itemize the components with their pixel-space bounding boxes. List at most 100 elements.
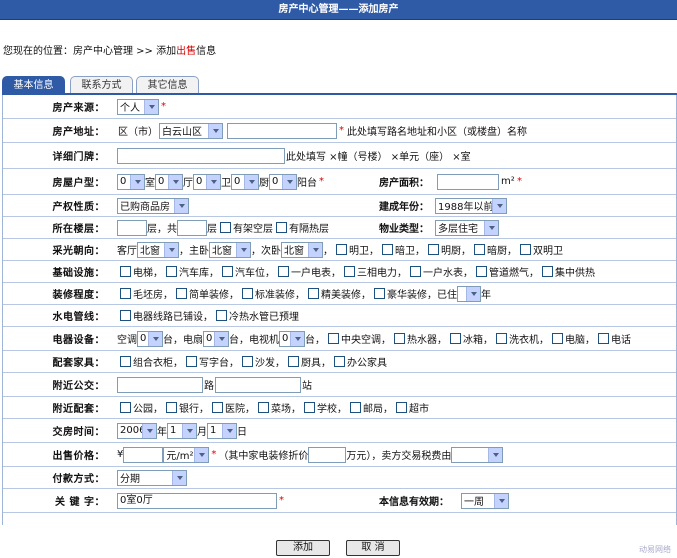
total-floor-input[interactable]: [177, 219, 207, 236]
ac-select[interactable]: 0: [137, 330, 163, 347]
discount-input[interactable]: [308, 446, 347, 463]
tab-basic[interactable]: 基本信息: [2, 76, 65, 94]
chevron-down-icon: [164, 242, 178, 257]
checkbox[interactable]: [176, 288, 187, 299]
bath-select[interactable]: 0: [231, 173, 259, 190]
checkbox[interactable]: [216, 310, 227, 321]
checkbox[interactable]: [350, 402, 361, 413]
chevron-down-icon: [466, 286, 480, 301]
balcony-select[interactable]: 0: [269, 173, 297, 190]
checkbox[interactable]: [120, 266, 131, 277]
checkbox[interactable]: [334, 356, 345, 367]
checkbox[interactable]: [186, 356, 197, 367]
source-select[interactable]: 个人: [117, 98, 159, 115]
checkbox[interactable]: [212, 402, 223, 413]
tab-other[interactable]: 其它信息: [136, 76, 199, 94]
checkbox[interactable]: [374, 288, 385, 299]
chevron-down-icon: [148, 331, 162, 346]
checkbox[interactable]: [242, 288, 253, 299]
chevron-down-icon: [484, 220, 498, 235]
floor-input[interactable]: [117, 219, 147, 236]
checkbox[interactable]: [428, 244, 439, 255]
cancel-button[interactable]: 取 消: [346, 540, 400, 556]
checkbox[interactable]: [394, 333, 405, 344]
price-unit-select[interactable]: 元/m²: [163, 446, 210, 463]
checkbox[interactable]: [496, 333, 507, 344]
checkbox[interactable]: [344, 266, 355, 277]
checkbox[interactable]: [220, 222, 231, 233]
row-price: 出售价格： ¥ 元/m² * （其中家电装修折价 万元），卖方交易税费由: [3, 443, 676, 467]
checkbox[interactable]: [278, 266, 289, 277]
second-select[interactable]: 北窗: [281, 241, 323, 258]
bus-station-input[interactable]: [215, 376, 301, 393]
chevron-down-icon: [142, 423, 156, 438]
checkbox-label: 标准装修，: [255, 290, 305, 301]
chevron-down-icon: [494, 493, 508, 508]
row-source: 房产来源： 个人 *: [3, 95, 676, 119]
checkbox[interactable]: [166, 402, 177, 413]
checkbox-label: 厨具，: [301, 358, 331, 369]
area-select[interactable]: 白云山区: [159, 122, 223, 139]
room-select[interactable]: 0: [117, 173, 145, 190]
checkbox[interactable]: [598, 333, 609, 344]
checkbox-label: 电话: [611, 335, 631, 346]
checkbox[interactable]: [120, 310, 131, 321]
tv-select[interactable]: 0: [279, 330, 305, 347]
checkbox-label: 沙发，: [255, 358, 285, 369]
bus-road-input[interactable]: [117, 376, 203, 393]
checkbox[interactable]: [288, 356, 299, 367]
checkbox[interactable]: [120, 288, 131, 299]
living-select[interactable]: 北窗: [137, 241, 179, 258]
checkbox[interactable]: [520, 244, 531, 255]
breadcrumb: 您现在的位置：房产中心管理 >> 添加出售信息: [3, 46, 217, 57]
checkbox[interactable]: [382, 244, 393, 255]
checkbox[interactable]: [476, 266, 487, 277]
fan-select[interactable]: 0: [203, 330, 229, 347]
kitchen-select[interactable]: 0: [193, 173, 221, 190]
address-input[interactable]: [227, 122, 337, 139]
row-furniture: 配套家具： 组合衣柜， 写字台， 沙发， 厨具， 办公家具: [3, 351, 676, 373]
checkbox[interactable]: [542, 266, 553, 277]
payment-select[interactable]: 分期: [117, 469, 187, 486]
keyword-input[interactable]: 0室0厅: [117, 492, 277, 509]
watermark: 动易网络: [639, 545, 671, 554]
checkbox[interactable]: [120, 356, 131, 367]
deliver-year-select[interactable]: 2006: [117, 422, 157, 439]
tax-select[interactable]: [451, 446, 504, 463]
checkbox[interactable]: [396, 402, 407, 413]
checkbox-label: 办公家具: [347, 358, 387, 369]
checkbox[interactable]: [222, 266, 233, 277]
checkbox-label: 学校，: [317, 404, 347, 415]
row-transit: 附近公交： 路 站: [3, 373, 676, 397]
checkbox[interactable]: [336, 244, 347, 255]
checkbox[interactable]: [328, 333, 339, 344]
deliver-day-select[interactable]: 1: [207, 422, 237, 439]
submit-button[interactable]: 添加: [276, 540, 330, 556]
checkbox[interactable]: [410, 266, 421, 277]
checkbox[interactable]: [166, 266, 177, 277]
valid-select[interactable]: 一周: [461, 492, 509, 509]
tab-contact[interactable]: 联系方式: [70, 76, 133, 94]
checkbox[interactable]: [304, 402, 315, 413]
checkbox[interactable]: [276, 222, 287, 233]
checkbox[interactable]: [450, 333, 461, 344]
hall-select[interactable]: 0: [155, 173, 183, 190]
area-input[interactable]: [437, 173, 499, 190]
year-select[interactable]: 1988年以前: [435, 197, 507, 214]
decor-year-select[interactable]: [457, 285, 481, 302]
checkbox[interactable]: [474, 244, 485, 255]
checkbox[interactable]: [242, 356, 253, 367]
property-select[interactable]: 已购商品房: [117, 197, 189, 214]
price-input[interactable]: [123, 446, 164, 463]
checkbox[interactable]: [308, 288, 319, 299]
checkbox[interactable]: [258, 402, 269, 413]
type-select[interactable]: 多层住宅: [435, 219, 499, 236]
area-label: 房产面积：: [379, 178, 429, 189]
deliver-month-select[interactable]: 1: [167, 422, 197, 439]
master-select[interactable]: 北窗: [209, 241, 251, 258]
checkbox[interactable]: [120, 402, 131, 413]
door-input[interactable]: [117, 147, 285, 164]
chevron-down-icon: [222, 423, 236, 438]
checkbox-label: 冰箱，: [463, 335, 493, 346]
checkbox[interactable]: [552, 333, 563, 344]
